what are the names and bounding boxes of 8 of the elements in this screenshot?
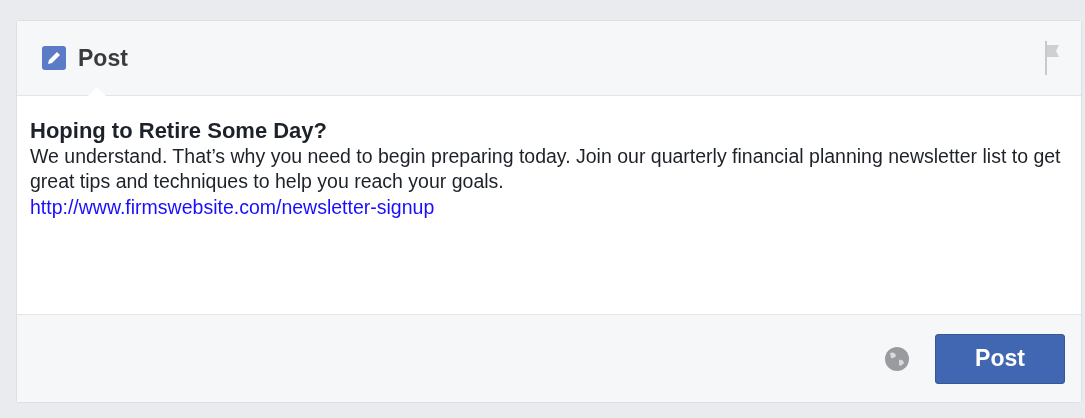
post-title: Hoping to Retire Some Day?	[30, 118, 329, 144]
pencil-icon	[42, 46, 66, 70]
post-button[interactable]: Post	[935, 333, 1065, 384]
newsletter-link[interactable]: http://www.firmswebsite.com/newsletter-signup	[30, 194, 1068, 220]
globe-icon[interactable]	[884, 345, 910, 372]
post-tab[interactable]: Post	[42, 21, 128, 95]
flag-icon[interactable]	[1043, 41, 1059, 75]
post-body: We understand. That’s why you need to begin preparing today. Join our quarterly financial planning newsletter list to get great tips and techniques to help you reach your goals.	[30, 144, 1062, 194]
